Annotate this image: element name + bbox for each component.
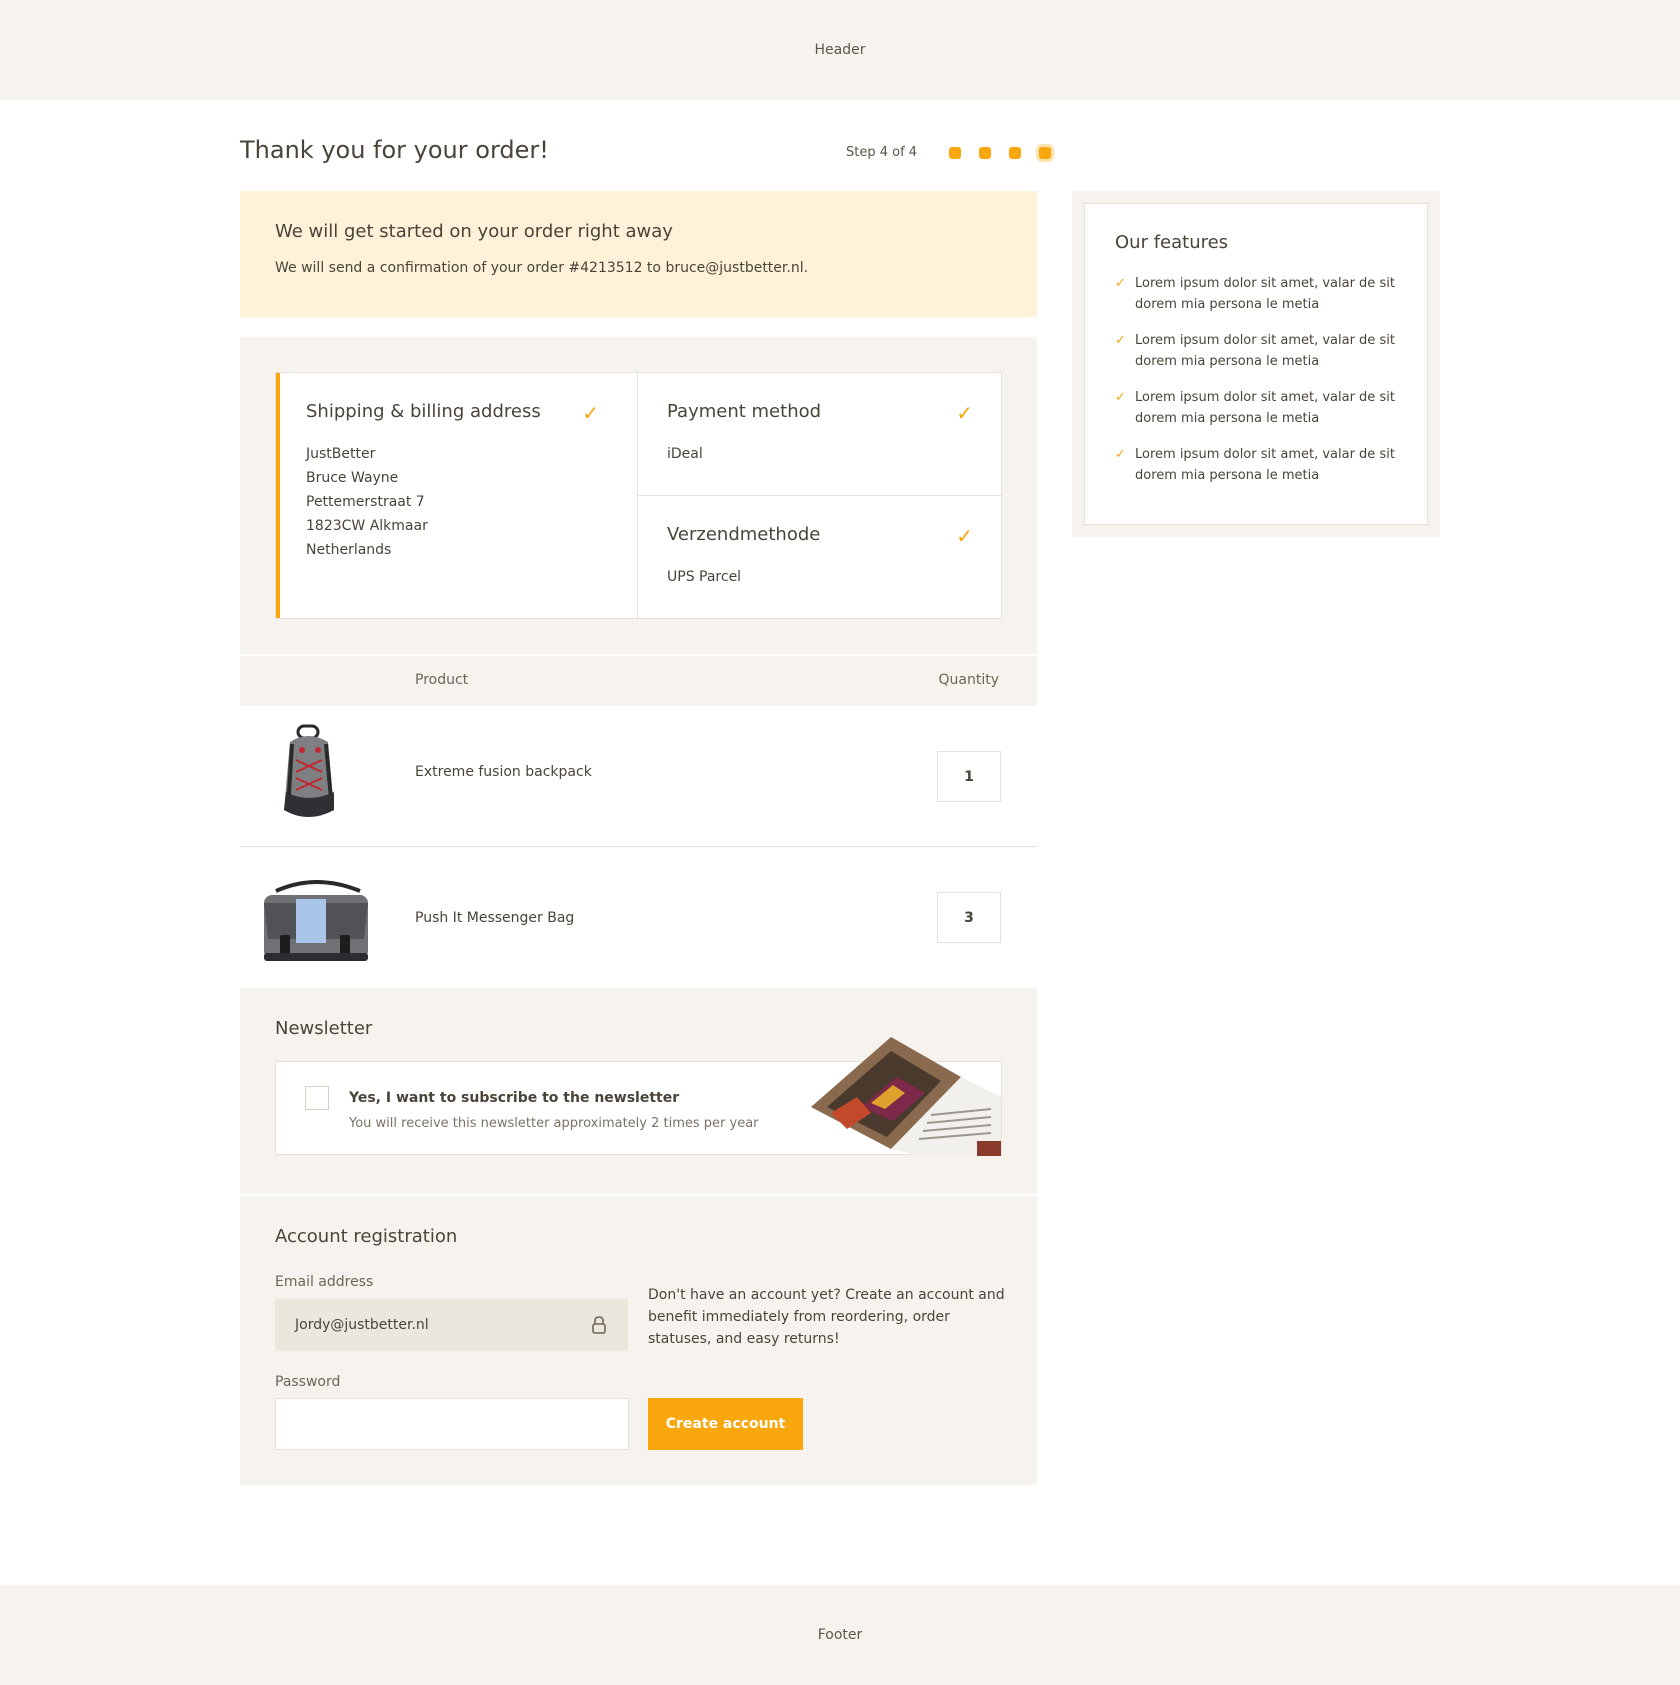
features-sidebar: Our features ✓ Lorem ipsum dolor sit ame… [1072,191,1440,537]
newsletter-checkbox-hint: You will receive this newsletter approxi… [349,1116,759,1131]
shipping-method-value: UPS Parcel [667,569,742,585]
payment-block: ✓ Payment method iDeal [638,373,1001,496]
account-title: Account registration [275,1226,458,1247]
header-label: Header [814,42,866,58]
quantity-value: 3 [937,892,1001,943]
magazine-image [811,1037,1001,1156]
footer-label: Footer [817,1627,863,1643]
check-icon: ✓ [1115,390,1126,405]
newsletter-option: Yes, I want to subscribe to the newslett… [275,1037,1002,1156]
address-title: Shipping & billing address [306,401,541,422]
summary-card: ✓ Shipping & billing address JustBetter … [275,372,1002,619]
product-name: Extreme fusion backpack [415,764,592,780]
confirmation-title: We will get started on your order right … [275,221,673,242]
payment-value: iDeal [667,446,703,462]
address-line: 1823CW Alkmaar [306,518,428,534]
password-label: Password [275,1374,341,1390]
check-icon: ✓ [1115,447,1126,462]
step-dot-1 [949,146,962,159]
column-quantity: Quantity [938,672,1000,688]
quantity-value: 1 [937,751,1001,802]
newsletter-title: Newsletter [275,1018,373,1039]
site-footer: Footer [0,1585,1680,1685]
check-icon: ✓ [956,524,973,548]
step-dot-4 [1039,146,1052,159]
email-field[interactable]: Jordy@justbetter.nl [275,1299,628,1351]
step-text: Step 4 of 4 [846,145,918,160]
feature-item: ✓ Lorem ipsum dolor sit amet, valar de s… [1115,444,1395,486]
address-line: Bruce Wayne [306,470,399,486]
feature-text: Lorem ipsum dolor sit amet, valar de sit… [1135,276,1395,312]
product-name: Push It Messenger Bag [415,910,575,926]
feature-text: Lorem ipsum dolor sit amet, valar de sit… [1135,447,1395,483]
backpack-image [284,724,334,817]
product-table-header: Product Quantity [240,656,1037,706]
check-icon: ✓ [582,401,599,425]
address-line: JustBetter [306,446,376,462]
table-row: Extreme fusion backpack 1 [240,706,1037,847]
feature-item: ✓ Lorem ipsum dolor sit amet, valar de s… [1115,330,1395,372]
site-header: Header [0,0,1680,100]
order-confirmation-notice: We will get started on your order right … [240,191,1037,317]
account-registration: Account registration Email address Jordy… [240,1196,1037,1485]
email-label: Email address [275,1274,374,1290]
step-dot-2 [979,146,992,159]
feature-text: Lorem ipsum dolor sit amet, valar de sit… [1135,390,1395,426]
order-summary: ✓ Shipping & billing address JustBetter … [240,337,1037,654]
step-dot-3 [1009,146,1022,159]
newsletter-checkbox[interactable] [305,1086,329,1110]
messenger-bag-image [264,880,368,961]
account-info-text: Don't have an account yet? Create an acc… [648,1287,1005,1347]
page-title: Thank you for your order! [240,136,549,164]
create-account-button[interactable]: Create account [648,1398,803,1450]
features-card: Our features ✓ Lorem ipsum dolor sit ame… [1084,203,1428,525]
address-line: Netherlands [306,542,392,558]
feature-item: ✓ Lorem ipsum dolor sit amet, valar de s… [1115,273,1395,315]
address-line: Pettemerstraat 7 [306,494,425,510]
lock-icon [592,1316,606,1334]
column-product: Product [415,672,469,688]
check-icon: ✓ [1115,333,1126,348]
password-field[interactable] [275,1398,629,1450]
shipping-method-block: ✓ Verzendmethode UPS Parcel [638,496,1001,618]
address-block: ✓ Shipping & billing address JustBetter … [276,373,638,618]
check-icon: ✓ [956,401,973,425]
payment-title: Payment method [667,401,822,422]
newsletter-checkbox-label[interactable]: Yes, I want to subscribe to the newslett… [349,1090,679,1106]
features-title: Our features [1115,232,1229,253]
table-row: Push It Messenger Bag 3 [240,847,1037,988]
newsletter-section: Newsletter Yes, I want to subscribe to t… [240,988,1037,1194]
step-indicator: Step 4 of 4 [846,145,1052,160]
feature-text: Lorem ipsum dolor sit amet, valar de sit… [1135,333,1395,369]
confirmation-text: We will send a confirmation of your orde… [275,260,809,276]
check-icon: ✓ [1115,276,1126,291]
shipping-method-title: Verzendmethode [667,524,821,545]
feature-item: ✓ Lorem ipsum dolor sit amet, valar de s… [1115,387,1395,429]
